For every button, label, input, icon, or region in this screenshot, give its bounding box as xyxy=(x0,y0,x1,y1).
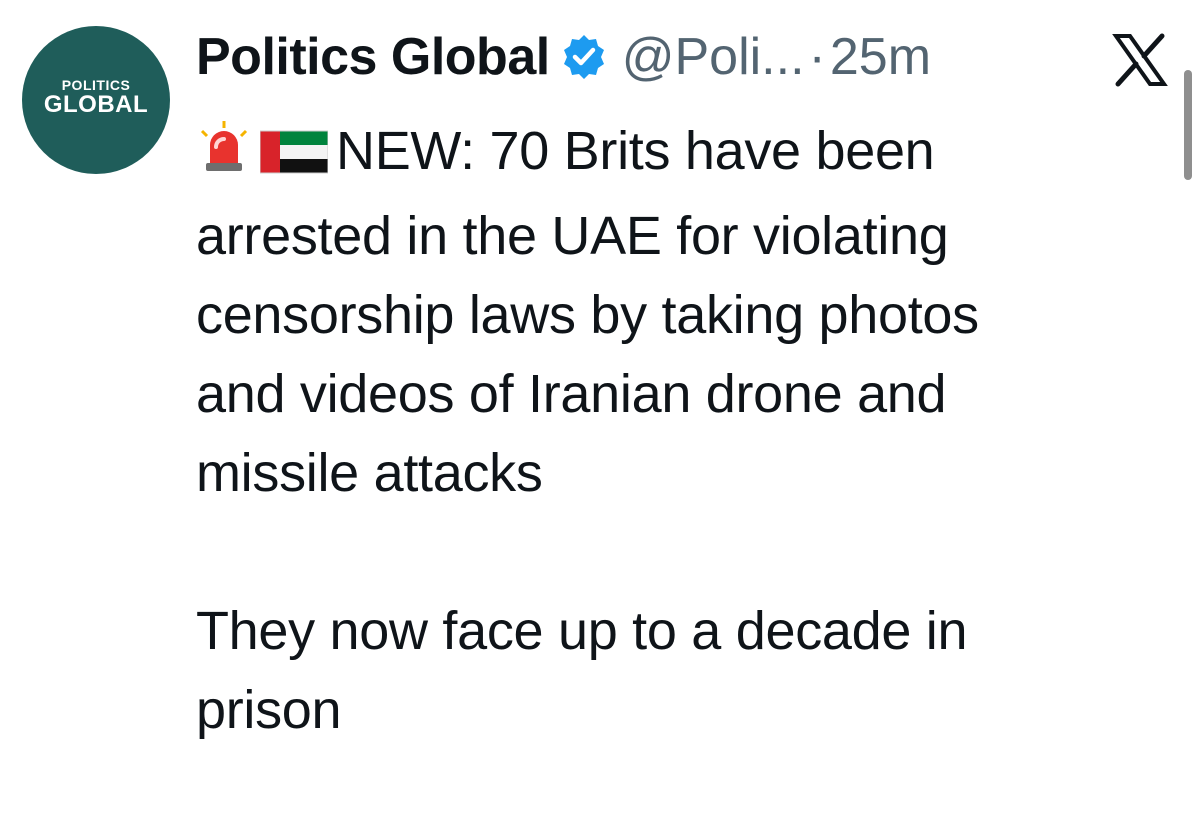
rotating-light-icon xyxy=(196,118,252,197)
tweet-line: They now face up to a decade in xyxy=(196,601,968,661)
separator-dot: · xyxy=(808,28,826,86)
avatar-logo-line1: POLITICS xyxy=(61,77,131,93)
tweet-text: NEW: 70 Brits have been arrested in the … xyxy=(196,112,1156,750)
tweet-header: Politics Global @Poli... · 25m xyxy=(196,22,931,92)
tweet-line: censorship laws by taking photos xyxy=(196,285,979,345)
display-name[interactable]: Politics Global xyxy=(196,27,550,87)
tweet-line: missile attacks xyxy=(196,443,543,503)
tweet-line: arrested in the UAE for violating xyxy=(196,206,949,266)
user-handle[interactable]: @Poli... xyxy=(622,27,805,87)
uae-flag-icon xyxy=(259,118,329,197)
scrollbar[interactable] xyxy=(1184,70,1192,180)
tweet-line: NEW: 70 Brits have been xyxy=(196,112,1156,197)
verified-badge-icon xyxy=(560,33,608,81)
tweet-line: and videos of Iranian drone and xyxy=(196,364,947,424)
tweet-first-line: NEW: 70 Brits have been xyxy=(336,121,935,181)
timestamp[interactable]: 25m xyxy=(830,27,931,87)
avatar[interactable]: POLITICS GLOBAL xyxy=(22,26,170,174)
avatar-logo-line2: GLOBAL xyxy=(43,91,149,118)
tweet-line: prison xyxy=(196,680,342,740)
x-logo-icon xyxy=(1110,30,1170,90)
